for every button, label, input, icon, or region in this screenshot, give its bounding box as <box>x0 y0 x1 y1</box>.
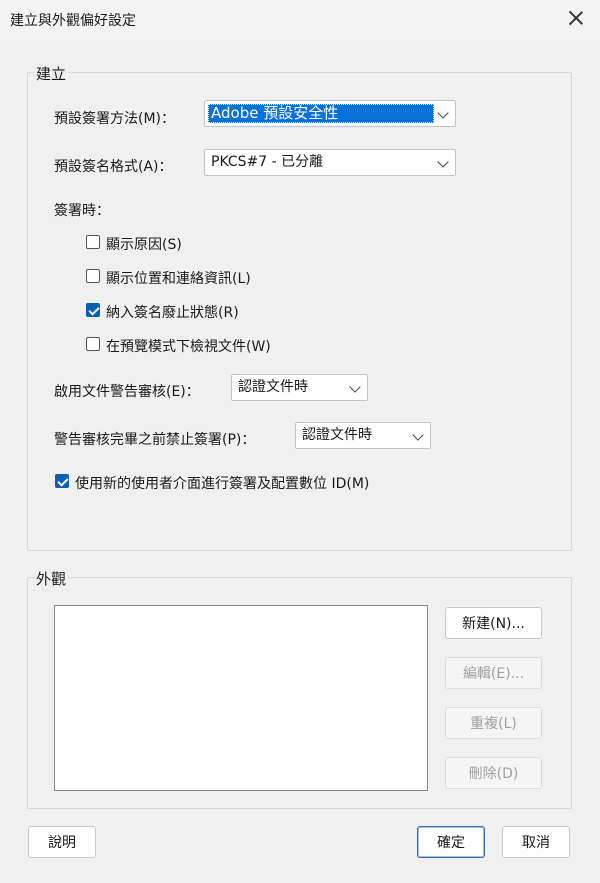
include-revocation-label[interactable]: 納入簽名廢止狀態(R) <box>106 302 239 322</box>
appearance-list[interactable] <box>54 605 428 791</box>
signature-format-value: PKCS#7 - 已分離 <box>211 154 324 170</box>
show-reason-label[interactable]: 顯示原因(S) <box>106 234 182 254</box>
delete-appearance-button[interactable]: 刪除(D) <box>445 757 542 789</box>
chevron-down-icon <box>349 381 361 393</box>
preview-mode-label[interactable]: 在預覽模式下檢視文件(W) <box>106 336 271 356</box>
duplicate-appearance-button[interactable]: 重複(L) <box>445 707 542 739</box>
signing-method-select[interactable]: Adobe 預設安全性 <box>204 100 456 127</box>
when-signing-label: 簽署時： <box>54 203 110 219</box>
show-location-label[interactable]: 顯示位置和連絡資訊(L) <box>106 268 251 288</box>
title-bar: 建立與外觀偏好設定 <box>0 0 600 40</box>
chevron-down-icon <box>437 107 449 119</box>
signature-format-select[interactable]: PKCS#7 - 已分離 <box>204 149 456 176</box>
include-revocation-checkbox[interactable] <box>86 303 100 317</box>
ok-button[interactable]: 確定 <box>417 826 485 858</box>
signature-format-label: 預設簽名格式(A)： <box>54 159 173 175</box>
preview-mode-checkbox[interactable] <box>86 337 100 351</box>
show-reason-checkbox[interactable] <box>86 235 100 249</box>
prevent-signing-value: 認證文件時 <box>302 427 372 443</box>
window-title: 建立與外觀偏好設定 <box>10 13 136 29</box>
new-ui-checkbox[interactable] <box>55 474 69 488</box>
new-appearance-button[interactable]: 新建(N)... <box>445 607 542 639</box>
new-ui-label[interactable]: 使用新的使用者介面進行簽署及配置數位 ID(M) <box>75 473 369 493</box>
help-button[interactable]: 說明 <box>28 826 96 858</box>
enable-review-label: 啟用文件警告審核(E)： <box>54 384 200 400</box>
signing-method-value: Adobe 預設安全性 <box>208 104 434 123</box>
create-group-label: 建立 <box>34 63 69 84</box>
chevron-down-icon <box>412 429 424 441</box>
prevent-signing-label: 警告審核完畢之前禁止簽署(P)： <box>54 432 256 448</box>
prevent-signing-select[interactable]: 認證文件時 <box>295 422 431 449</box>
close-icon[interactable] <box>566 8 586 28</box>
cancel-button[interactable]: 取消 <box>502 826 570 858</box>
chevron-down-icon <box>437 156 449 168</box>
enable-review-select[interactable]: 認證文件時 <box>231 374 368 401</box>
signing-method-label: 預設簽署方法(M)： <box>54 111 176 127</box>
enable-review-value: 認證文件時 <box>238 379 308 395</box>
edit-appearance-button[interactable]: 編輯(E)... <box>445 657 542 689</box>
show-location-checkbox[interactable] <box>86 269 100 283</box>
appearance-group-label: 外觀 <box>34 568 69 589</box>
